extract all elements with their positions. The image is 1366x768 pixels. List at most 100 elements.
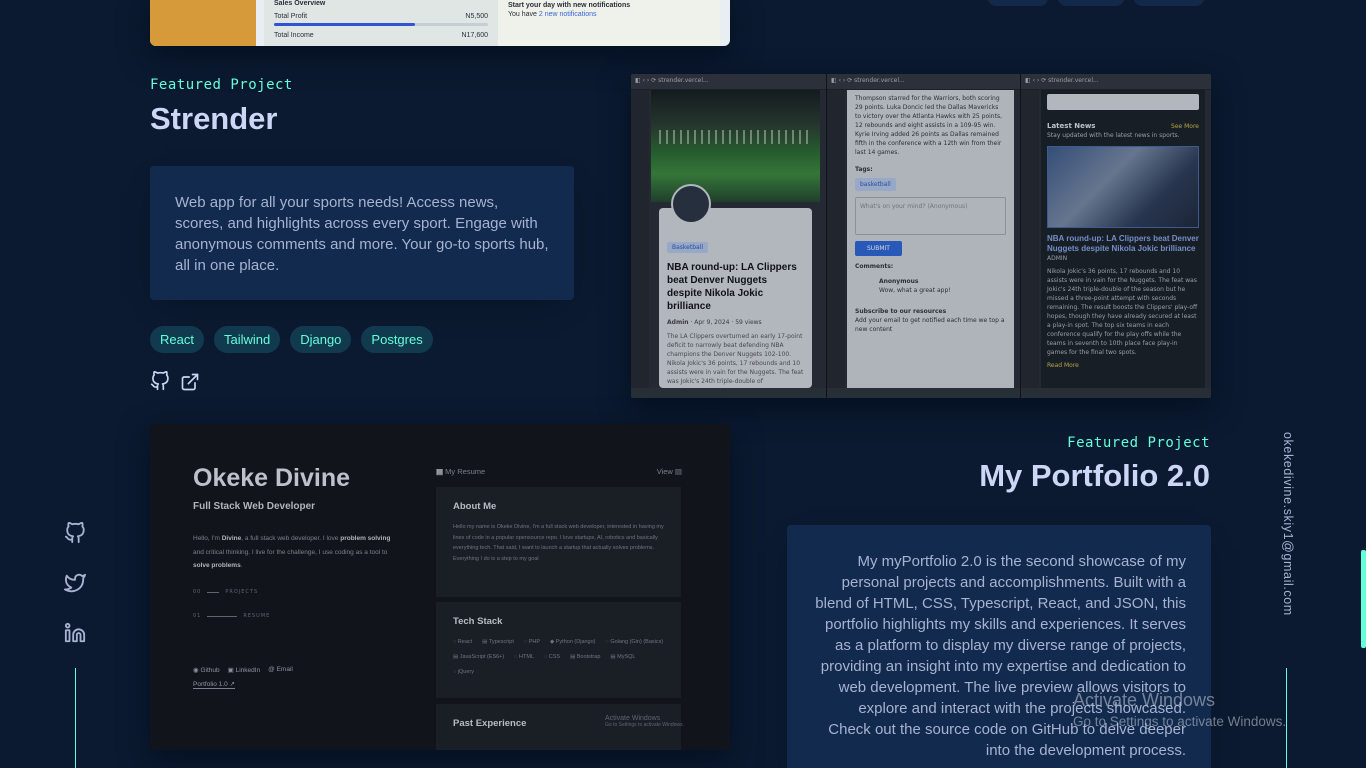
article-date: Apr 9, 2024 <box>694 319 730 326</box>
preview-resume-header: ▤ My Resume View ▤ <box>436 467 682 476</box>
tech-tag: Tailwind <box>213 326 281 353</box>
tech-list: React Tailwind Django Postgres <box>150 326 433 353</box>
sales-title: Sales Overview <box>274 0 326 7</box>
browser-url: strender.vercel... <box>854 77 905 84</box>
comment-text: Wow, what a great app! <box>879 287 951 294</box>
article-author: Admin <box>667 319 689 326</box>
tag-chip: basketball <box>855 178 896 191</box>
article-card-view: Basketball NBA round-up: LA Clippers bea… <box>651 90 820 388</box>
tags-label: Tags: <box>855 166 873 173</box>
about-text: Hello my name is Okeke Divine, I'm a ful… <box>453 524 664 562</box>
about-title: About Me <box>453 501 497 512</box>
tech-tag: Postgres <box>361 326 433 353</box>
social-links <box>64 521 86 644</box>
project-description: My myPortfolio 2.0 is the second showcas… <box>787 525 1211 768</box>
preview-version-link: Portfolio 1.0 ↗ <box>193 681 235 689</box>
read-more-link: Read More <box>1047 362 1079 369</box>
article-body: Thompson starred for the Warriors, both … <box>855 95 1002 156</box>
windows-activation-watermark: Activate Windows Go to Settings to activ… <box>1073 690 1286 729</box>
previous-project-image[interactable]: Sales Overview Total Profit N5,500 Total… <box>150 0 730 46</box>
article-detail-view: Thompson starred for the Warriors, both … <box>847 90 1014 388</box>
avatar <box>671 184 711 224</box>
browser-window: ◧ ‹ › ⟳ strender.vercel... Thompson star… <box>827 74 1021 398</box>
browser-tab-bar: ◧ ‹ › ⟳ strender.vercel... <box>631 74 826 90</box>
total-profit-label: Total Profit <box>274 13 308 20</box>
notif-prefix: You have <box>508 11 537 18</box>
browser-window: ◧ ‹ › ⟳ strender.vercel... Basketball NB… <box>631 74 827 398</box>
preview-name: Okeke Divine <box>193 464 351 492</box>
category-chip: Basketball <box>667 242 709 253</box>
twitter-icon[interactable] <box>64 572 86 594</box>
browser-tab-bar: ◧ ‹ › ⟳ strender.vercel... <box>827 74 1020 90</box>
browser-sidebar <box>1021 90 1039 388</box>
project-title[interactable]: My Portfolio 2.0 <box>979 458 1210 494</box>
tech-stack-list: ◌ React ▤ Typescript ◌ PHP ◆ Python (Dja… <box>453 639 664 675</box>
scrollbar-thumb[interactable] <box>1361 550 1366 648</box>
submit-button: SUBMIT <box>855 241 902 256</box>
browser-tab-bar: ◧ ‹ › ⟳ strender.vercel... <box>1021 74 1211 90</box>
preview-nav-resume: 01 RESUME <box>193 613 271 619</box>
email-rail-line <box>1286 668 1287 768</box>
watermark-title: Activate Windows <box>1073 690 1216 710</box>
tech-pill <box>988 0 1048 6</box>
subscribe-title: Subscribe to our resources <box>855 308 947 315</box>
total-profit-bar <box>274 23 488 26</box>
strender-preview-image[interactable]: ◧ ‹ › ⟳ strender.vercel... Basketball NB… <box>631 74 1211 398</box>
news-excerpt: Nikola Jokic's 36 points, 17 rebounds an… <box>1047 268 1198 356</box>
github-link: ◉ Github <box>193 667 220 674</box>
latest-news-sub: Stay updated with the latest news in spo… <box>1047 132 1180 139</box>
see-more-link: See More <box>1171 123 1199 130</box>
article-card: Basketball NBA round-up: LA Clippers bea… <box>659 184 812 388</box>
project-overline: Featured Project <box>150 77 293 93</box>
browser-sidebar <box>827 90 845 388</box>
comment-input: What's on your mind? (Anonymous) <box>855 197 1006 235</box>
project-description: Web app for all your sports needs! Acces… <box>150 166 574 300</box>
article-excerpt: The LA Clippers overturned an early 17-p… <box>667 333 804 385</box>
notif-title: Start your day with new notifications <box>508 2 631 9</box>
external-link-icon[interactable] <box>180 371 200 391</box>
preview-footer-links: ◉ Github ▣ LinkedIn @ Email <box>193 666 293 674</box>
sales-overview-panel: Sales Overview Total Profit N5,500 Total… <box>264 0 498 46</box>
social-rail-line <box>75 668 76 768</box>
article-meta: Admin · Apr 9, 2024 · 59 views <box>667 319 762 326</box>
preview-sidebar <box>150 0 256 46</box>
project-title[interactable]: Strender <box>150 101 277 137</box>
latest-news-view: Latest News See More Stay updated with t… <box>1041 90 1205 388</box>
email-link[interactable]: okekedivine.skiy1@gmail.com <box>1281 432 1295 616</box>
news-image <box>1047 146 1199 228</box>
preview-nav-projects: 00 PROJECTS <box>193 589 259 595</box>
subscribe-text: Add your email to get notified each time… <box>855 317 1005 333</box>
previous-tech-pills <box>988 0 1204 6</box>
latest-news-title: Latest News <box>1047 122 1096 130</box>
browser-sidebar <box>631 90 649 388</box>
tech-pill <box>1058 0 1124 6</box>
tech-stack-title: Tech Stack <box>453 616 503 627</box>
preview-intro: Hello, I'm Divine, a full stack web deve… <box>193 535 391 569</box>
browser-statusbar <box>1021 388 1211 398</box>
tech-pill <box>1134 0 1204 6</box>
article-views: 59 views <box>735 319 762 326</box>
preview-role: Full Stack Web Developer <box>193 501 316 512</box>
total-income-label: Total Income <box>274 32 314 39</box>
linkedin-link: ▣ LinkedIn <box>227 667 261 674</box>
github-icon[interactable] <box>150 371 170 391</box>
browser-url: strender.vercel... <box>1048 77 1099 84</box>
project-overline: Featured Project <box>1067 435 1210 451</box>
total-income-value: N17,600 <box>461 32 488 39</box>
news-author: ADMIN <box>1047 255 1068 262</box>
browser-window: ◧ ‹ › ⟳ strender.vercel... Latest News S… <box>1021 74 1211 398</box>
stadium-image <box>651 90 820 202</box>
total-profit-value: N5,500 <box>465 13 488 20</box>
browser-statusbar <box>631 388 826 398</box>
portfolio-preview-image[interactable]: Okeke Divine Full Stack Web Developer He… <box>150 424 730 750</box>
notifications-panel: Start your day with new notifications Yo… <box>498 0 720 46</box>
github-icon[interactable] <box>64 521 86 544</box>
comments-label: Comments: <box>855 263 894 270</box>
tech-tag: Django <box>290 326 352 353</box>
browser-url: strender.vercel... <box>658 77 709 84</box>
news-headline: NBA round-up: LA Clippers beat Denver Nu… <box>1047 234 1199 253</box>
tech-tag: React <box>150 326 204 353</box>
watermark-subtitle: Go to Settings to activate Windows. <box>1073 714 1287 729</box>
linkedin-icon[interactable] <box>64 622 86 644</box>
preview-windows-watermark: Activate Windows Go to Settings to activ… <box>605 715 684 728</box>
